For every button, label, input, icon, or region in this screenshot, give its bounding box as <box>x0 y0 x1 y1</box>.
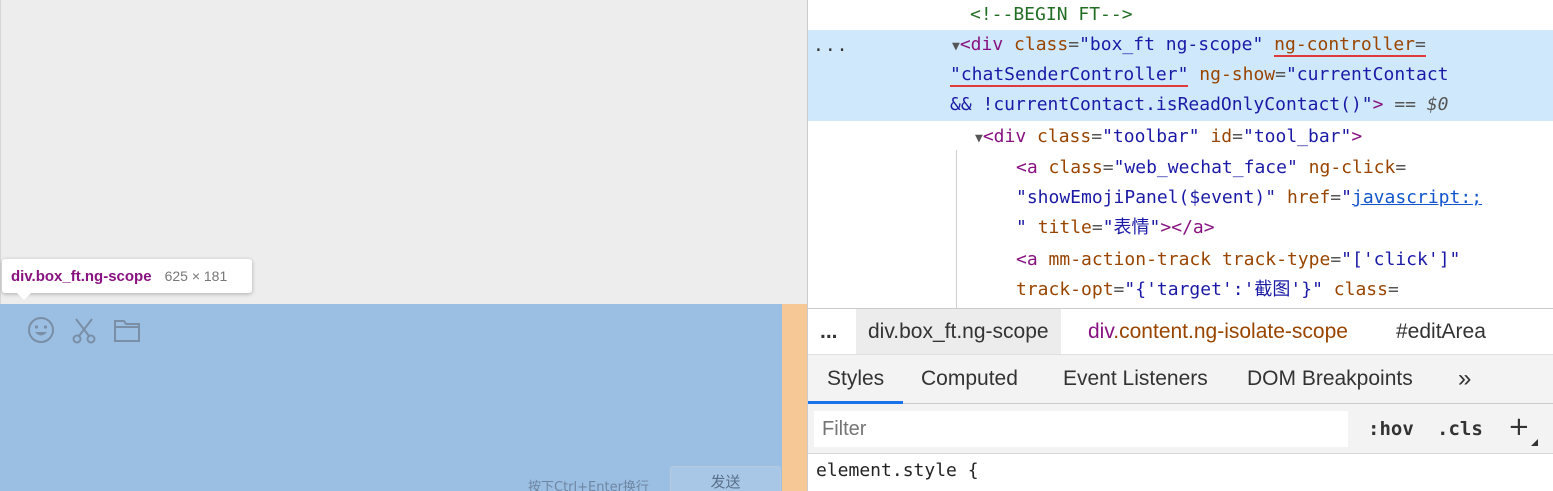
styles-pane: element.style { <box>808 454 1553 491</box>
href-link[interactable]: javascript:; <box>1352 187 1482 208</box>
dom-node-box-ft[interactable]: ▼<div class = "box_ft ng-scope" ng-control… <box>952 30 1426 60</box>
comment-text: <!--BEGIN FT--> <box>970 4 1133 25</box>
breadcrumb: ... div.box_ft.ng-scope div.content.ng-i… <box>808 308 1553 355</box>
dom-node-a-track-cont[interactable]: track-opt="{'target':'截图'}" class= <box>1016 275 1399 305</box>
tree-guide-line <box>956 150 957 308</box>
collapse-triangle-icon[interactable]: ▼ <box>975 131 983 146</box>
breadcrumb-item-editarea[interactable]: #editArea <box>1396 309 1486 355</box>
console-ref: == $0 <box>1394 94 1449 115</box>
breadcrumb-item-content[interactable]: div.content.ng-isolate-scope <box>1088 309 1348 355</box>
tooltip-arrow <box>16 292 32 300</box>
crumb-tag: div <box>1088 320 1114 343</box>
tag-open: <a <box>1016 157 1038 178</box>
equals-sign: = <box>1415 34 1426 55</box>
tooltip-element-name: div.box_ft.ng-scope <box>11 267 152 285</box>
equals-sign: = <box>1387 279 1399 300</box>
crumb-tag: div <box>868 320 894 343</box>
inspect-tooltip: div.box_ft.ng-scope 625 × 181 <box>2 259 252 300</box>
node-actions-dots[interactable]: ... <box>813 35 849 56</box>
tag-close: ></a> <box>1160 217 1215 238</box>
elements-tree[interactable]: ... <!--BEGIN FT--> ▼<div class="box_ft … <box>808 0 1553 308</box>
newline-hint: 按下Ctrl+Enter换行 <box>528 480 649 491</box>
attr-name: title <box>1037 217 1092 238</box>
collapse-triangle-icon[interactable]: ▼ <box>952 39 960 54</box>
attr-name: mm-action-track <box>1048 249 1212 270</box>
attr-value: "表情" <box>1102 217 1161 238</box>
tag-open: <a <box>1016 249 1038 270</box>
attr-name: ng-show <box>1199 64 1276 85</box>
attr-name: track-opt <box>1016 279 1114 300</box>
attr-value: "box_ft ng-scope" <box>1079 34 1264 55</box>
new-style-rule-button[interactable]: + <box>1508 410 1530 444</box>
attr-value: "chatSenderController" <box>950 64 1189 87</box>
attr-name: ng-click <box>1308 157 1396 178</box>
styles-filter-row: :hov .cls + <box>808 404 1553 454</box>
attr-value: "toolbar" <box>1102 126 1200 147</box>
crumb-rest: .content.ng-isolate-scope <box>1113 320 1348 343</box>
dom-node-a-face[interactable]: <a class="web_wechat_face" ng-click= <box>1016 153 1406 183</box>
dom-node-box-ft-cont2[interactable]: && !currentContact.isReadOnlyContact()">… <box>950 90 1449 120</box>
attr-value: "showEmojiPanel($event)" <box>1016 187 1277 208</box>
attr-value: "{'target':'截图'}" <box>1124 279 1323 300</box>
attr-name: class <box>1014 34 1069 55</box>
crumb-rest: #editArea <box>1396 320 1486 343</box>
attr-name: class <box>1333 279 1388 300</box>
smiley-icon[interactable] <box>25 314 57 346</box>
attr-name: href <box>1286 187 1331 208</box>
folder-icon[interactable] <box>111 314 143 346</box>
scissors-icon[interactable] <box>68 314 100 346</box>
breadcrumb-item-box-ft[interactable]: div.box_ft.ng-scope <box>856 309 1061 355</box>
attr-name: class <box>1037 126 1092 147</box>
breadcrumb-overflow[interactable]: ... <box>820 309 838 355</box>
element-style-rule[interactable]: element.style { <box>816 460 979 481</box>
crumb-rest: .box_ft.ng-scope <box>893 320 1049 343</box>
quote: " <box>1016 217 1027 238</box>
attr-name: id <box>1210 126 1233 147</box>
dom-node-a-track[interactable]: <a mm-action-track track-type="['click']… <box>1016 245 1460 275</box>
attr-name: track-type <box>1221 249 1331 270</box>
cls-toggle-button[interactable]: .cls <box>1437 412 1483 446</box>
dom-node-box-ft-cont[interactable]: "chatSenderController" ng-show="currentC… <box>950 60 1449 90</box>
styles-tab-bar: Styles Computed Event Listeners DOM Brea… <box>808 354 1553 404</box>
plus-menu-corner-icon[interactable] <box>1531 439 1538 446</box>
tag-open: <div <box>982 126 1027 147</box>
tag-close: > <box>1351 126 1363 147</box>
attr-value: "currentContact <box>1285 64 1449 85</box>
hov-toggle-button[interactable]: :hov <box>1368 412 1414 446</box>
attr-value: "['click']" <box>1341 249 1461 270</box>
dom-comment[interactable]: <!--BEGIN FT--> <box>970 0 1133 30</box>
styles-filter-input[interactable] <box>814 411 1348 447</box>
attr-value: "tool_bar" <box>1242 126 1352 147</box>
equals-sign: = <box>1395 157 1407 178</box>
dom-node-a-face-cont2[interactable]: " title="表情"></a> <box>1016 213 1215 243</box>
tab-dom-breakpoints[interactable]: DOM Breakpoints <box>1247 355 1413 404</box>
attr-value: && !currentContact.isReadOnlyContact()" <box>950 94 1373 115</box>
dom-node-toolbar[interactable]: ▼<div class="toolbar" id="tool_bar"> <box>975 122 1362 152</box>
tabs-overflow-icon[interactable]: » <box>1458 355 1471 404</box>
devtools-panel: ... <!--BEGIN FT--> ▼<div class="box_ft … <box>807 0 1553 491</box>
send-button[interactable]: 发送 <box>670 466 781 491</box>
tab-event-listeners[interactable]: Event Listeners <box>1063 355 1208 404</box>
tag-open: <div <box>959 34 1004 55</box>
dom-node-a-face-cont[interactable]: "showEmojiPanel($event)" href="javascrip… <box>1016 183 1482 213</box>
padding-highlight <box>782 304 807 491</box>
tab-styles[interactable]: Styles <box>808 355 904 404</box>
quote: " <box>1341 187 1352 208</box>
inspected-page: 按下Ctrl+Enter换行 发送 div.box_ft.ng-scope 62… <box>0 0 807 491</box>
tab-computed[interactable]: Computed <box>921 355 1018 404</box>
tooltip-element-size: 625 × 181 <box>164 268 228 284</box>
tag-close: > <box>1372 94 1384 115</box>
attr-name: ng-controller <box>1274 34 1416 55</box>
attr-name: class <box>1048 157 1103 178</box>
attr-value: "web_wechat_face" <box>1113 157 1298 178</box>
